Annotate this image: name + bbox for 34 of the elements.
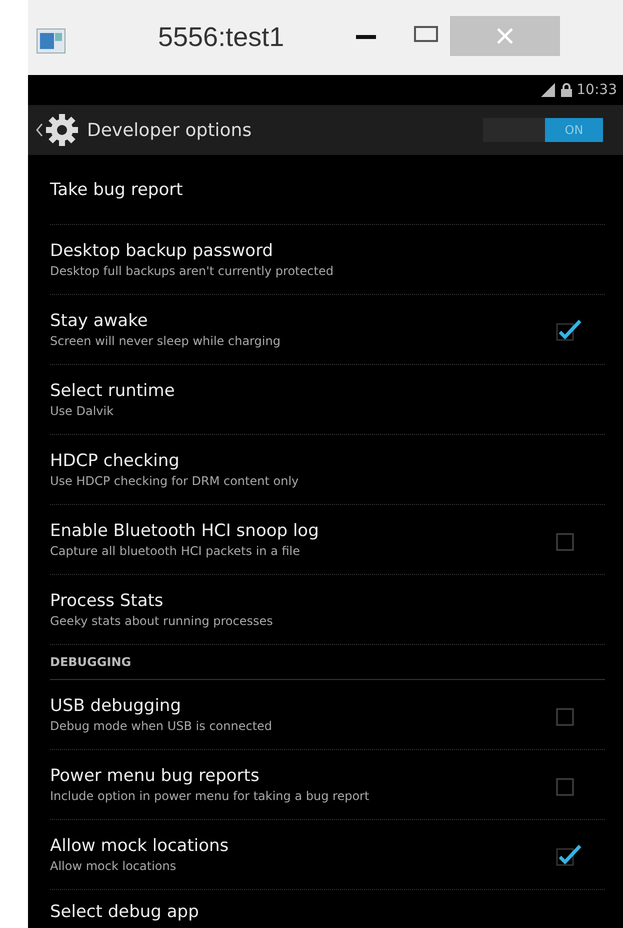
section-header: DEBUGGING bbox=[50, 645, 605, 680]
maximize-icon[interactable] bbox=[414, 26, 438, 42]
minimize-icon[interactable] bbox=[356, 34, 376, 40]
setting-title[interactable]: Enable Bluetooth HCI snoop log bbox=[50, 521, 555, 541]
signal-icon bbox=[540, 83, 556, 97]
setting-summary: Include option in power menu for taking a bug report bbox=[50, 789, 370, 803]
gear-icon bbox=[45, 113, 79, 147]
setting-title[interactable]: Stay awake bbox=[50, 311, 555, 331]
setting-title[interactable]: Desktop backup password bbox=[50, 241, 605, 261]
setting-title[interactable]: HDCP checking bbox=[50, 451, 605, 471]
setting-summary: Allow mock locations bbox=[50, 859, 178, 873]
setting-summary: Geeky stats about running processes bbox=[50, 614, 274, 628]
app-icon bbox=[36, 28, 66, 54]
setting-summary: Debug mode when USB is connected bbox=[50, 719, 274, 733]
setting-summary: Use Dalvik bbox=[50, 404, 115, 418]
setting-summary: Screen will never sleep while charging bbox=[50, 334, 282, 348]
setting-title[interactable]: Process Stats bbox=[50, 591, 605, 611]
setting-summary: Desktop full backups aren't currently protected bbox=[50, 264, 334, 278]
setting-summary: Use HDCP checking for DRM content only bbox=[50, 474, 300, 488]
checkbox[interactable] bbox=[555, 842, 583, 866]
window-title: 5556:test1 bbox=[158, 22, 284, 53]
setting-title[interactable]: Select debug app bbox=[50, 902, 605, 922]
checkbox[interactable] bbox=[555, 318, 583, 342]
setting-title[interactable]: Select runtime bbox=[50, 381, 605, 401]
screen-title: Developer options bbox=[87, 120, 253, 140]
setting-title[interactable]: Power menu bug reports bbox=[50, 766, 555, 786]
setting-title[interactable]: USB debugging bbox=[50, 696, 555, 716]
close-icon bbox=[496, 27, 514, 45]
setting-summary: Capture all bluetooth HCI packets in a file bbox=[50, 544, 302, 558]
lock-icon bbox=[560, 83, 572, 97]
setting-title[interactable]: Allow mock locations bbox=[50, 836, 555, 856]
status-time: 10:33 bbox=[576, 82, 617, 98]
setting-title[interactable]: Take bug report bbox=[50, 180, 605, 200]
back-caret-icon[interactable] bbox=[36, 123, 43, 137]
